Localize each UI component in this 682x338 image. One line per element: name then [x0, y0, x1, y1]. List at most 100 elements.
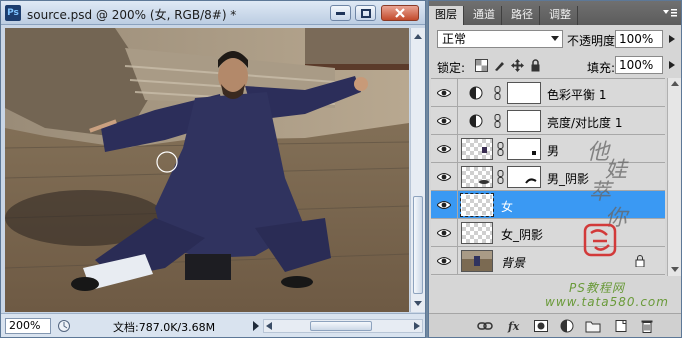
add-mask-icon[interactable]: [533, 319, 549, 333]
link-icon[interactable]: [477, 319, 493, 333]
visibility-eye-icon[interactable]: [437, 256, 451, 266]
layer-mask-thumbnail[interactable]: [507, 110, 541, 132]
vertical-scroll-thumb[interactable]: [413, 196, 423, 294]
document-window: Ps source.psd @ 200% (女, RGB/8#) * 200% …: [0, 0, 426, 338]
handwriting-watermark: 他 娃 萃 你: [587, 140, 630, 231]
layers-panel: 图层 通道 路径 调整 正常 不透明度: 100% 锁定: 填充: 100% 色…: [428, 0, 682, 338]
visibility-eye-icon[interactable]: [437, 116, 451, 126]
tab-adjustments[interactable]: 调整: [543, 6, 578, 25]
status-options-icon[interactable]: [57, 319, 71, 333]
layer-thumbnail[interactable]: [461, 166, 493, 188]
horizontal-scrollbar[interactable]: [263, 319, 423, 333]
close-icon: [395, 8, 405, 18]
layer-thumbnail[interactable]: [460, 193, 494, 217]
fill-slider-button[interactable]: [665, 56, 679, 74]
red-seal-stamp: [583, 223, 617, 257]
lock-image-pixels-icon[interactable]: [493, 59, 506, 72]
chain-link-icon[interactable]: [497, 142, 504, 156]
minimize-icon: [336, 11, 345, 15]
fill-field[interactable]: 100%: [615, 56, 663, 74]
scroll-right-arrow-icon[interactable]: [414, 322, 420, 330]
opacity-label: 不透明度:: [567, 34, 620, 48]
vertical-scrollbar[interactable]: [410, 28, 425, 312]
layer-thumbnail[interactable]: [461, 222, 493, 244]
layer-thumbnail[interactable]: [461, 138, 493, 160]
site-watermark-url: www.tata580.com: [545, 295, 669, 309]
visibility-eye-icon[interactable]: [437, 172, 451, 182]
lock-all-icon[interactable]: [529, 59, 542, 72]
photo-scene: [5, 28, 409, 312]
zoom-level-field[interactable]: 200%: [5, 318, 51, 334]
layer-name: 色彩平衡 1: [547, 88, 607, 102]
triangle-right-icon: [669, 61, 675, 69]
document-titlebar[interactable]: Ps source.psd @ 200% (女, RGB/8#) *: [1, 1, 425, 25]
scroll-left-arrow-icon[interactable]: [266, 322, 272, 330]
layer-row-background[interactable]: 背景: [431, 247, 665, 275]
close-button[interactable]: [381, 5, 419, 21]
adjustment-layer-icon: [469, 86, 483, 100]
fx-icon[interactable]: fx: [507, 319, 523, 333]
divider: [457, 135, 458, 163]
layer-name: 男: [547, 144, 560, 158]
opacity-field[interactable]: 100%: [615, 30, 663, 48]
lock-icon: [635, 255, 645, 267]
layer-mask-thumbnail[interactable]: [507, 166, 541, 188]
layer-thumbnail[interactable]: [461, 250, 493, 272]
scroll-up-arrow-icon[interactable]: [671, 81, 679, 86]
visibility-eye-icon[interactable]: [437, 144, 451, 154]
lock-transparent-pixels-icon[interactable]: [475, 59, 488, 72]
lock-label: 锁定:: [437, 61, 466, 75]
chain-link-icon[interactable]: [494, 114, 501, 128]
layer-mask-thumbnail[interactable]: [507, 82, 541, 104]
image-canvas[interactable]: [5, 28, 409, 312]
visibility-eye-icon[interactable]: [437, 88, 451, 98]
panel-menu-icon[interactable]: [663, 8, 677, 18]
adjustment-layer-icon: [469, 114, 483, 128]
scroll-down-arrow-icon[interactable]: [412, 296, 424, 310]
chain-link-icon[interactable]: [497, 170, 504, 184]
fill-label: 填充:: [587, 61, 616, 75]
layer-list-scrollbar[interactable]: [667, 78, 681, 276]
adjustment-layer-icon[interactable]: [559, 319, 575, 333]
divider: [457, 247, 458, 275]
horizontal-scroll-thumb[interactable]: [310, 321, 372, 331]
divider: [457, 79, 458, 107]
svg-text:萃: 萃: [589, 180, 614, 205]
tab-layers[interactable]: 图层: [429, 6, 464, 25]
tab-channels[interactable]: 通道: [467, 6, 502, 25]
svg-text:fx: fx: [507, 320, 520, 333]
layer-name: 背景: [501, 256, 526, 270]
scroll-up-arrow-icon[interactable]: [412, 29, 424, 43]
new-group-icon[interactable]: [585, 319, 601, 333]
divider: [457, 219, 458, 247]
restore-button[interactable]: [355, 5, 376, 21]
divider: [457, 163, 458, 191]
chevron-down-icon: [551, 36, 559, 41]
document-title: source.psd @ 200% (女, RGB/8#) *: [27, 8, 237, 22]
opacity-slider-button[interactable]: [665, 30, 679, 48]
chain-link-icon[interactable]: [494, 86, 501, 100]
minimize-button[interactable]: [330, 5, 351, 21]
divider: [457, 107, 458, 135]
blend-mode-value: 正常: [442, 32, 467, 46]
new-layer-icon[interactable]: [613, 319, 629, 333]
status-menu-arrow-icon[interactable]: [251, 320, 261, 332]
layers-panel-footer: fx: [429, 313, 681, 337]
restore-icon: [360, 8, 371, 18]
layer-row-color-balance[interactable]: 色彩平衡 1: [431, 79, 665, 107]
tab-paths[interactable]: 路径: [505, 6, 540, 25]
visibility-eye-icon[interactable]: [437, 228, 451, 238]
layer-mask-thumbnail[interactable]: [507, 138, 541, 160]
divider: [457, 191, 458, 219]
scroll-down-arrow-icon[interactable]: [671, 267, 679, 272]
lock-position-icon[interactable]: [511, 59, 524, 72]
status-bar: 200% 文档:787.0K/3.68M: [1, 313, 425, 337]
trash-icon[interactable]: [639, 319, 655, 333]
visibility-eye-icon[interactable]: [437, 200, 451, 210]
layer-name: 亮度/对比度 1: [547, 116, 623, 130]
photoshop-logo-icon: Ps: [5, 5, 21, 21]
blend-mode-select[interactable]: 正常: [437, 30, 563, 48]
layer-name: 女_阴影: [501, 228, 544, 242]
triangle-right-icon: [669, 35, 675, 43]
layer-row-brightness-contrast[interactable]: 亮度/对比度 1: [431, 107, 665, 135]
